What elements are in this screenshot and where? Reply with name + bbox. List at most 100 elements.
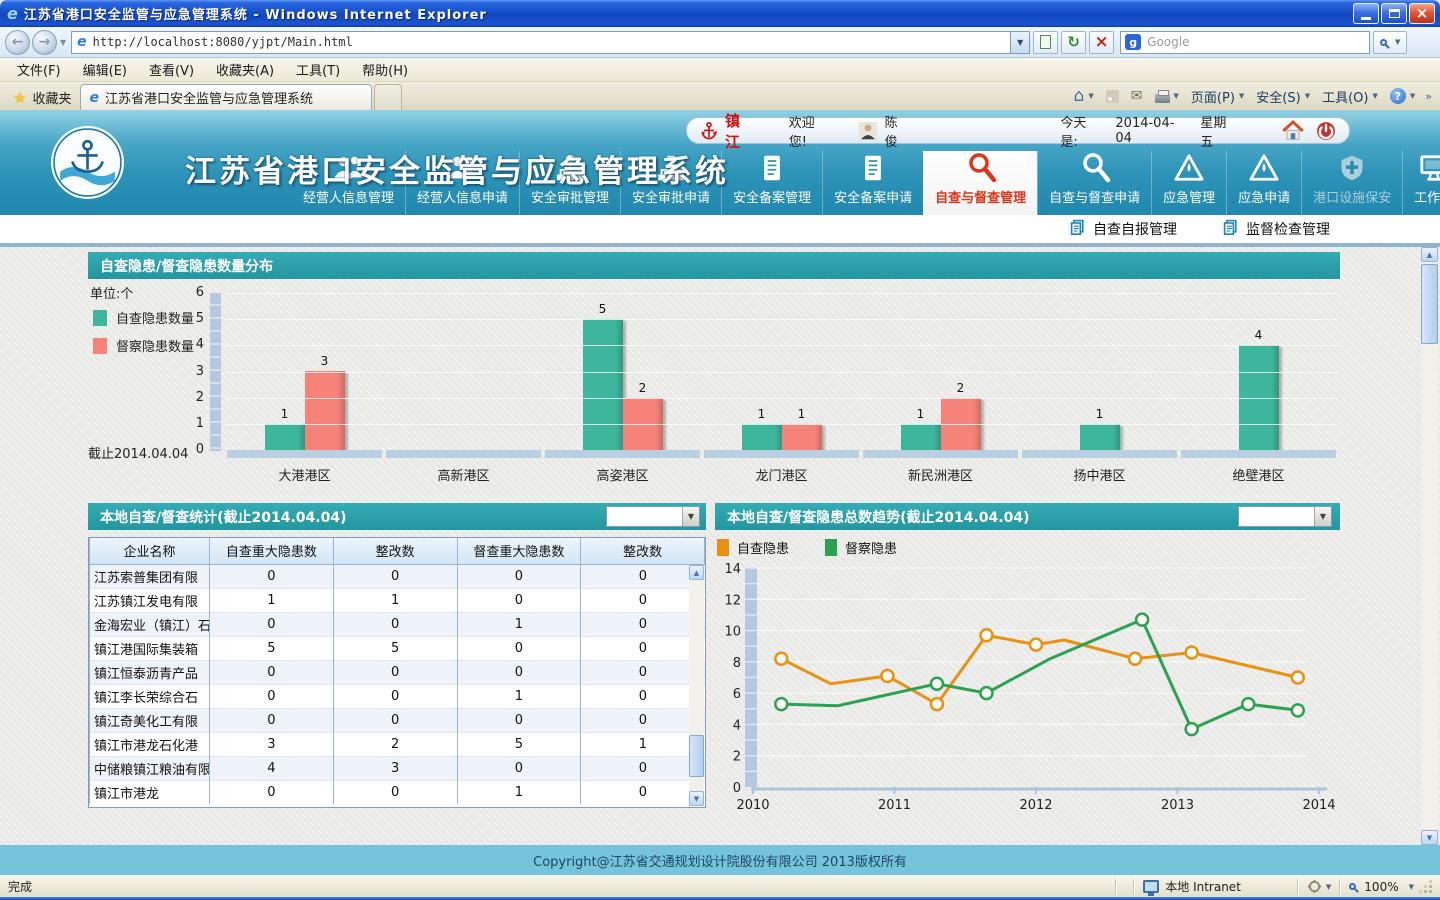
trend-select-arrow-icon[interactable]: ▼	[1314, 507, 1331, 526]
nav-item-11[interactable]: 工作台	[1402, 151, 1440, 215]
page-scroll-down-button[interactable]: ▼	[1421, 830, 1438, 845]
nav-item-0[interactable]: 经营人信息管理	[292, 151, 405, 215]
column-header-2[interactable]: 整改数	[333, 538, 457, 564]
column-header-0[interactable]: 企业名称	[90, 538, 210, 564]
menu-item-4[interactable]: 工具(T)	[285, 58, 351, 81]
table-row-5[interactable]: 镇江李长荣综合石0010	[90, 684, 705, 708]
category-label: 高姿港区	[545, 465, 700, 484]
scroll-up-button[interactable]: ▲	[689, 565, 704, 580]
menu-item-2[interactable]: 查看(V)	[138, 58, 205, 81]
svg-text:2012: 2012	[1019, 798, 1052, 813]
menu-item-5[interactable]: 帮助(H)	[351, 58, 419, 81]
overflow-chevron-icon[interactable]: »	[1421, 90, 1436, 103]
page-scrollbar[interactable]: ▲ ▼	[1421, 247, 1438, 845]
gridline	[225, 398, 1338, 399]
column-header-4[interactable]: 整改数	[581, 538, 705, 564]
table-row-9[interactable]: 镇江市港龙0010	[90, 780, 705, 804]
table-row-8[interactable]: 中储粮镇江粮油有限4300	[90, 756, 705, 780]
nav-item-label: 安全备案申请	[834, 187, 912, 206]
data-point-marker	[1292, 671, 1304, 683]
resize-grip[interactable]	[1420, 881, 1432, 893]
protected-mode-dropdown-icon[interactable]: ▼	[1326, 883, 1331, 891]
subnav-item-1[interactable]: 监督检查管理	[1223, 219, 1330, 239]
trend-filter-select[interactable]: ▼	[1238, 506, 1332, 527]
gridline	[225, 293, 1338, 294]
nav-item-6[interactable]: 自查与督查管理	[923, 151, 1037, 215]
close-button[interactable]: ×	[1409, 3, 1435, 24]
favorites-button[interactable]: ★ 收藏夹	[4, 85, 80, 110]
column-header-1[interactable]: 自查重大隐患数	[210, 538, 334, 564]
help-button[interactable]: ?▼	[1384, 84, 1421, 108]
stop-button[interactable]: ×	[1089, 31, 1114, 54]
table-row-7[interactable]: 镇江市港龙石化港3251	[90, 732, 705, 756]
bar-panel-title: 自查隐患/督查隐患数量分布	[100, 256, 273, 276]
table-cell: 0	[581, 708, 705, 732]
scroll-down-button[interactable]: ▼	[689, 791, 704, 806]
nav-item-label: 安全审批管理	[531, 187, 609, 206]
window-titlebar: e 江苏省港口安全监管与应急管理系统 - Windows Internet Ex…	[0, 0, 1440, 27]
table-row-0[interactable]: 江苏索普集团有限0000	[90, 564, 705, 588]
nav-item-3[interactable]: 安全审批申请	[620, 151, 721, 215]
bar-axis-tick-label: 6	[176, 285, 204, 300]
protected-mode-icon[interactable]	[1307, 879, 1322, 894]
table-cell: 0	[333, 660, 457, 684]
safety-menu-button[interactable]: 安全(S)▼	[1250, 84, 1316, 108]
nav-item-7[interactable]: 自查与督查申请	[1037, 151, 1151, 215]
trend-chart-legend: 自查隐患督察隐患	[717, 538, 897, 557]
url-input[interactable]: e http://localhost:8080/yjpt/Main.html	[71, 31, 1011, 54]
forward-button[interactable]: →	[32, 30, 57, 55]
table-row-3[interactable]: 镇江港国际集装箱5500	[90, 636, 705, 660]
table-row-1[interactable]: 江苏镇江发电有限1100	[90, 588, 705, 612]
maximize-button[interactable]	[1381, 3, 1407, 24]
minimize-button[interactable]	[1353, 3, 1379, 24]
table-row-4[interactable]: 镇江恒泰沥青产品0000	[90, 660, 705, 684]
home-button[interactable]: ⌂▼	[1068, 84, 1100, 108]
menu-item-0[interactable]: 文件(F)	[6, 58, 72, 81]
logout-button[interactable]	[1315, 120, 1337, 142]
browser-tab[interactable]: e 江苏省港口安全监管与应急管理系统	[80, 84, 372, 110]
subnav-item-0[interactable]: 自查自报管理	[1070, 219, 1177, 239]
url-dropdown-button[interactable]: ▼	[1011, 31, 1030, 54]
history-dropdown-icon[interactable]: ▼	[60, 38, 66, 47]
search-input[interactable]: g Google	[1120, 31, 1370, 54]
tools-menu-button[interactable]: 工具(O)▼	[1316, 84, 1384, 108]
stats-select-arrow-icon[interactable]: ▼	[682, 507, 699, 526]
nav-item-4[interactable]: 安全备案管理	[721, 151, 822, 215]
stats-filter-select[interactable]: ▼	[606, 506, 700, 527]
nav-item-5[interactable]: 安全备案申请	[822, 151, 923, 215]
table-cell: 0	[333, 708, 457, 732]
weekday: 星期五	[1200, 112, 1239, 150]
nav-item-8[interactable]: 应急管理	[1151, 151, 1226, 215]
read-mail-button[interactable]: ✉	[1125, 84, 1149, 108]
intranet-zone-icon	[1143, 880, 1159, 893]
bar-plot-area: 13大港港区高新港区52高姿港区11龙门港区12新民洲港区1扬中港区4绝壁港区	[225, 293, 1338, 495]
bar-category-4: 12新民洲港区	[863, 293, 1018, 495]
table-cell: 0	[581, 660, 705, 684]
home-page-button[interactable]	[1281, 119, 1305, 143]
table-row-2[interactable]: 金海宏业（镇江）石0010	[90, 612, 705, 636]
table-scrollbar[interactable]: ▲ ▼	[689, 565, 704, 806]
page-menu-button[interactable]: 页面(P)▼	[1185, 84, 1250, 108]
page-scroll-up-button[interactable]: ▲	[1421, 247, 1438, 262]
compatibility-view-button[interactable]	[1033, 31, 1058, 54]
menu-item-1[interactable]: 编辑(E)	[72, 58, 138, 81]
city-label: 镇江	[725, 110, 755, 152]
column-header-3[interactable]: 督查重大隐患数	[457, 538, 581, 564]
zoom-dropdown-icon[interactable]: ▼	[1409, 883, 1414, 891]
page-scroll-thumb[interactable]	[1421, 264, 1438, 344]
nav-item-10[interactable]: 港口设施保安	[1301, 151, 1402, 215]
status-text: 完成	[8, 878, 32, 895]
scroll-thumb[interactable]	[689, 735, 704, 777]
nav-item-9[interactable]: 应急申请	[1226, 151, 1301, 215]
back-button[interactable]: ←	[5, 30, 30, 55]
table-row-6[interactable]: 镇江奇美化工有限0000	[90, 708, 705, 732]
menu-item-3[interactable]: 收藏夹(A)	[205, 58, 285, 81]
new-tab-button[interactable]	[374, 84, 402, 110]
feeds-button[interactable]	[1100, 84, 1125, 108]
zoom-level[interactable]: 100%	[1364, 880, 1398, 894]
nav-item-2[interactable]: 安全审批管理	[519, 151, 620, 215]
refresh-button[interactable]: ↻	[1061, 31, 1086, 54]
search-go-button[interactable]: ▼	[1373, 31, 1407, 54]
nav-item-1[interactable]: 经营人信息申请	[405, 151, 519, 215]
print-button[interactable]: ▼	[1149, 84, 1185, 108]
